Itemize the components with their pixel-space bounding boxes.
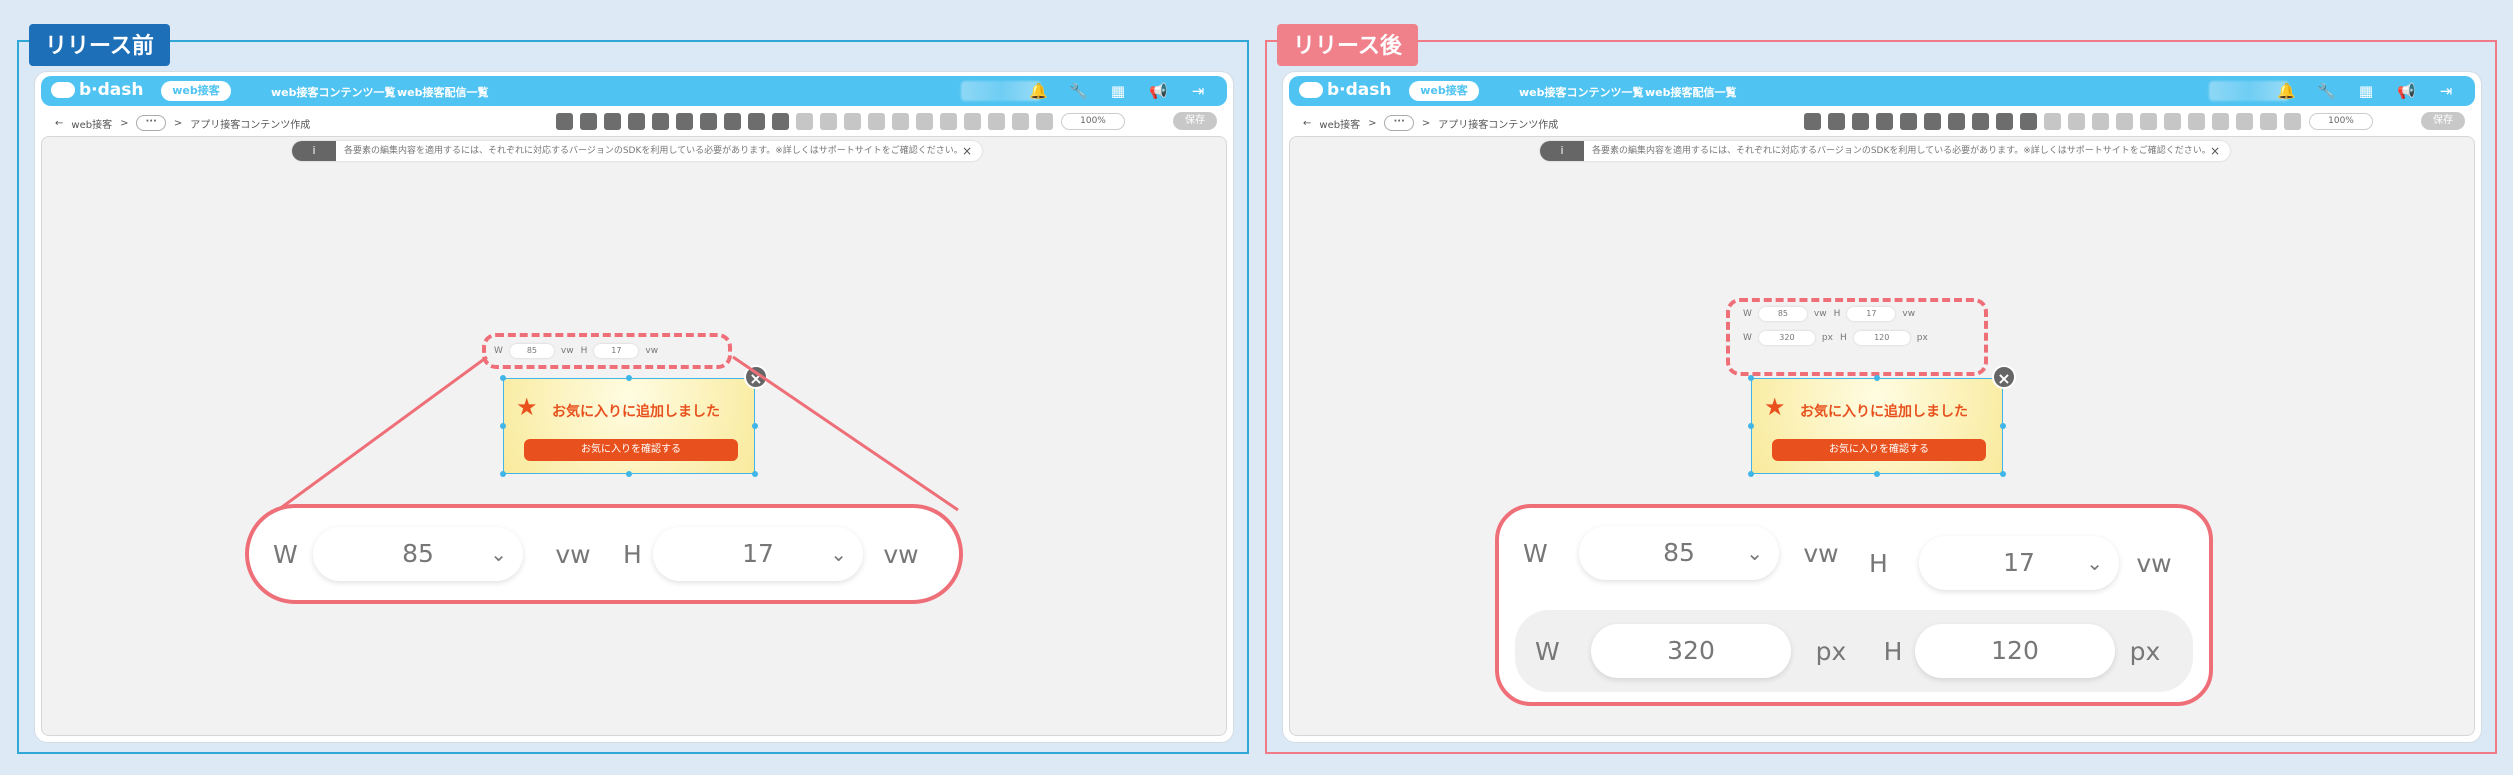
height-value: 17 — [742, 539, 774, 568]
w-label: W — [273, 539, 298, 569]
tool-icon[interactable] — [1900, 113, 1917, 130]
height-input[interactable]: 17 ⌄ — [1919, 536, 2119, 590]
height-input[interactable]: 17 ⌄ — [653, 527, 863, 581]
h-label: H — [623, 539, 642, 569]
database-icon[interactable] — [2284, 113, 2301, 130]
tool-icon[interactable] — [2260, 113, 2277, 130]
h-label: H — [1869, 548, 1888, 578]
breadcrumb-current: アプリ接客コンテンツ作成 — [1438, 119, 1559, 131]
breadcrumb-more-button[interactable]: ··· — [1384, 115, 1414, 131]
tool-icon[interactable] — [1972, 113, 1989, 130]
tool-icon[interactable] — [1924, 113, 1941, 130]
star-icon: ★ — [1764, 393, 1786, 421]
tool-icon[interactable] — [2116, 113, 2133, 130]
cloud-icon — [1299, 82, 1323, 98]
tool-icon[interactable] — [2188, 113, 2205, 130]
zoomed-size-field-before: W 85 ⌄ vw H 17 ⌄ vw — [245, 504, 963, 604]
wrench-icon[interactable]: 🔧 — [2317, 82, 2336, 100]
w-label: W — [1523, 538, 1548, 568]
crop-icon[interactable] — [1996, 113, 2013, 130]
unit-label: vw — [883, 539, 919, 569]
zoom-select[interactable]: 100% — [2309, 113, 2373, 130]
width-value: 85 — [402, 539, 434, 568]
unit-label: px — [1815, 636, 1847, 666]
tool-icon[interactable] — [2140, 113, 2157, 130]
sub-toolbar: ← web接客 > ··· > アプリ接客コンテンツ作成 100% 保存 — [1289, 110, 2475, 132]
nav-delivery-list[interactable]: web接客配信一覧 — [1645, 84, 1737, 100]
top-nav-bar: b·dash web接客 web接客コンテンツ一覧 web接客配信一覧 🔔 🔧 … — [1289, 76, 2475, 106]
tool-icon[interactable] — [2068, 113, 2085, 130]
logo-text: b·dash — [1327, 80, 1392, 100]
height-value: 17 — [2003, 548, 2035, 577]
back-arrow-icon[interactable]: ← — [1303, 118, 1311, 129]
close-icon[interactable]: × — [2210, 141, 2220, 161]
megaphone-icon[interactable]: 📢 — [2397, 82, 2416, 100]
favorite-banner[interactable]: ★ お気に入りに追加しました お気に入りを確認する — [1751, 378, 2003, 474]
width-px-input[interactable]: 320 — [1591, 624, 1791, 678]
grid-icon[interactable]: ▦ — [2357, 82, 2375, 100]
save-button[interactable]: 保存 — [2421, 112, 2465, 130]
banner-message: お気に入りに追加しました — [1800, 404, 1968, 420]
banner-confirm-button[interactable]: お気に入りを確認する — [1772, 439, 1986, 461]
unit-label: vw — [2136, 548, 2172, 578]
unit-label: vw — [1803, 538, 1839, 568]
breadcrumb-back[interactable]: web接客 — [1319, 116, 1360, 131]
h-label: H — [1883, 636, 1903, 666]
logout-icon[interactable]: ⇥ — [2437, 82, 2455, 100]
banner-close-icon[interactable]: × — [1992, 365, 2016, 389]
bell-icon[interactable]: 🔔 — [2277, 82, 2296, 100]
height-px-input[interactable]: 120 — [1915, 624, 2115, 678]
resize-handle[interactable] — [2000, 423, 2006, 429]
after-tag: リリース後 — [1277, 24, 1418, 66]
breadcrumb-separator: > — [1368, 117, 1377, 129]
resize-handle[interactable] — [2000, 471, 2006, 477]
chevron-down-icon: ⌄ — [1746, 541, 1763, 565]
tool-icon[interactable] — [1852, 113, 1869, 130]
info-icon: i — [1540, 141, 1584, 161]
redo-icon[interactable] — [2044, 113, 2061, 130]
chevron-down-icon: ⌄ — [830, 542, 847, 566]
zoomed-size-field-after: W 85 ⌄ vw H 17 ⌄ vw W 320 px H 120 px — [1495, 504, 2213, 706]
breadcrumb-separator: > — [1421, 117, 1431, 129]
close-tool-icon[interactable] — [1948, 113, 1965, 130]
resize-handle[interactable] — [1748, 471, 1754, 477]
chevron-down-icon: ⌄ — [490, 542, 507, 566]
highlight-dashed-box — [1726, 298, 1988, 376]
width-value: 85 — [1663, 538, 1695, 567]
resize-handle[interactable] — [1748, 375, 1754, 381]
logo[interactable]: b·dash — [1299, 80, 1392, 100]
resize-handle[interactable] — [1874, 471, 1880, 477]
editor-tools — [1804, 113, 2301, 130]
resize-handle[interactable] — [1748, 423, 1754, 429]
w-label: W — [1535, 636, 1560, 666]
unit-label: px — [2129, 636, 2161, 666]
tool-icon[interactable] — [2092, 113, 2109, 130]
zoom-row: W 85 ⌄ vw H 17 ⌄ vw — [273, 527, 939, 581]
sdk-notice: i 各要素の編集内容を適用するには、それぞれに対応するバージョンのSDKを利用し… — [1540, 141, 2230, 161]
tool-icon[interactable] — [2164, 113, 2181, 130]
breadcrumb: ← web接客 > ··· > アプリ接客コンテンツ作成 — [1303, 115, 1558, 131]
text-tool-icon[interactable] — [1876, 113, 1893, 130]
zoom-row-vw: W 85 ⌄ vw — [1523, 526, 1863, 580]
zoom-row-vw-h: H 17 ⌄ vw — [1869, 536, 2189, 590]
resize-handle[interactable] — [1874, 375, 1880, 381]
tool-icon[interactable] — [1804, 113, 1821, 130]
tool-icon[interactable] — [2236, 113, 2253, 130]
undo-icon[interactable] — [2020, 113, 2037, 130]
nav-web-sekkyaku[interactable]: web接客 — [1409, 81, 1479, 101]
zoom-row-px: W 320 px H 120 px — [1535, 624, 2175, 678]
chevron-down-icon: ⌄ — [2086, 551, 2103, 575]
width-input[interactable]: 85 ⌄ — [313, 527, 523, 581]
nav-content-list[interactable]: web接客コンテンツ一覧 — [1519, 84, 1644, 100]
px-row-band: W 320 px H 120 px — [1515, 610, 2193, 692]
unit-label: vw — [555, 539, 591, 569]
tool-icon[interactable] — [1828, 113, 1845, 130]
notice-text: 各要素の編集内容を適用するには、それぞれに対応するバージョンのSDKを利用してい… — [1592, 146, 2211, 156]
width-input[interactable]: 85 ⌄ — [1579, 526, 1779, 580]
tool-icon[interactable] — [2212, 113, 2229, 130]
